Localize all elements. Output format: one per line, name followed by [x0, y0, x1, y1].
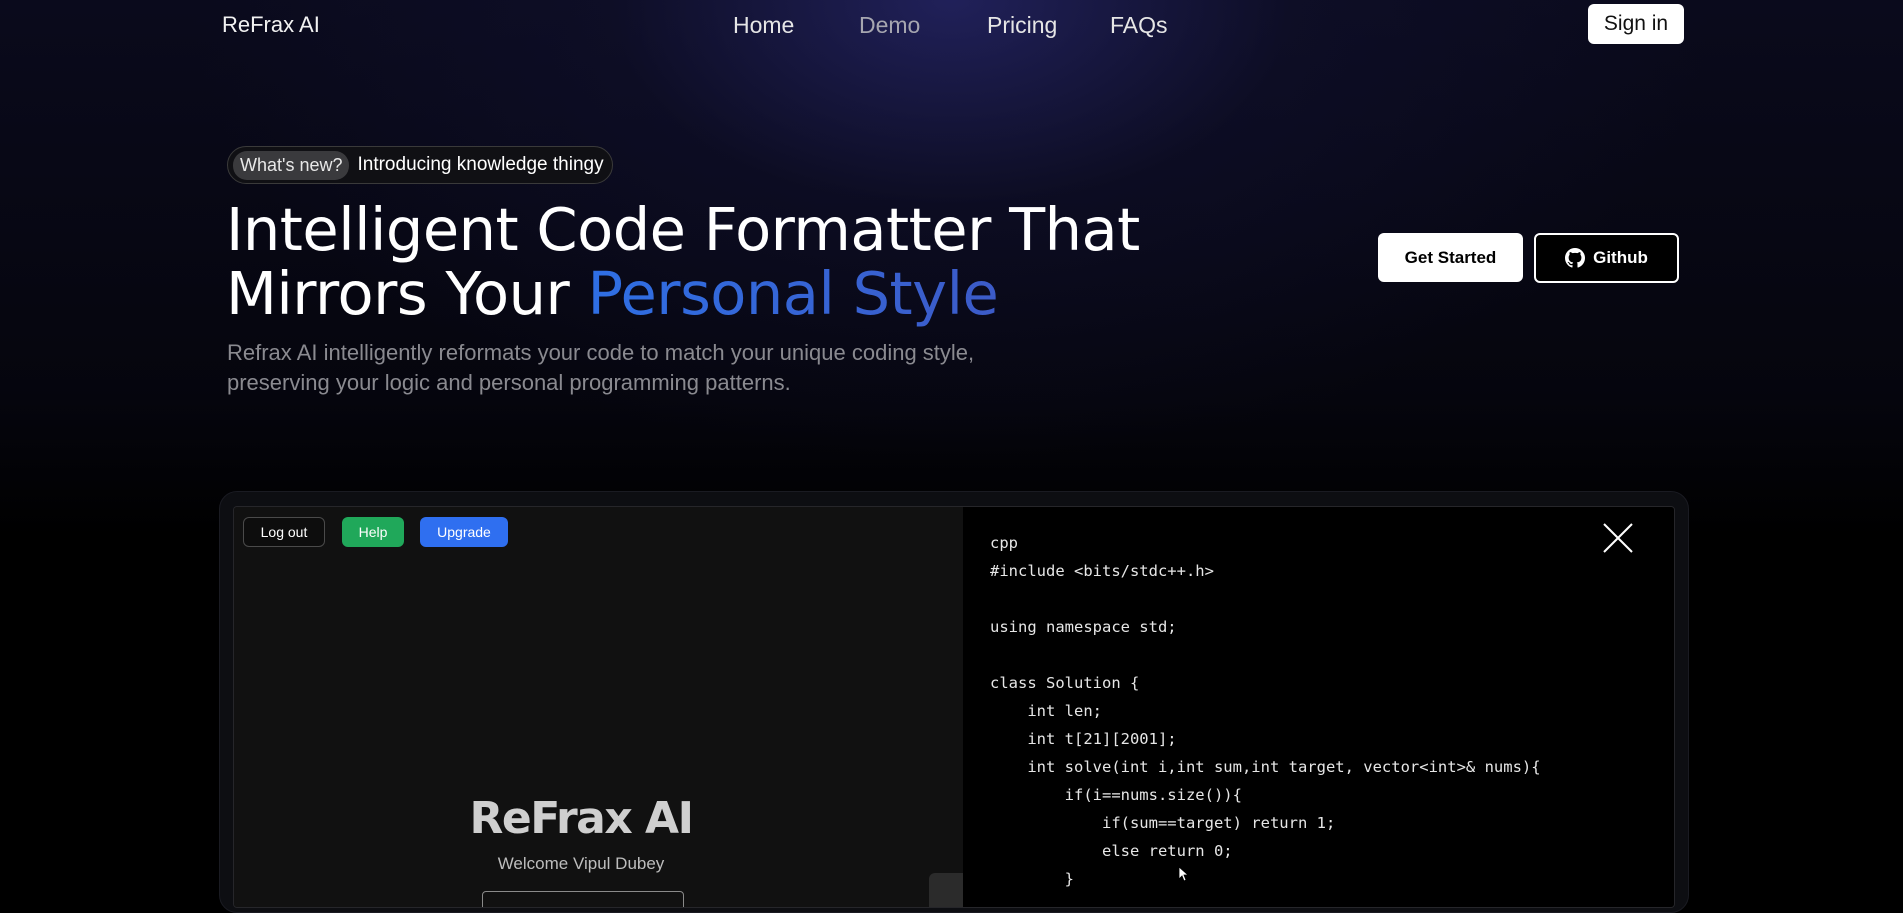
- github-icon: [1565, 248, 1586, 268]
- nav-link-home[interactable]: Home: [733, 12, 794, 39]
- top-nav: ReFrax AI Home Demo Pricing FAQs Sign in: [0, 0, 1903, 50]
- upgrade-button[interactable]: Upgrade: [420, 517, 508, 547]
- sign-in-button[interactable]: Sign in: [1588, 4, 1684, 44]
- hero-title: Intelligent Code Formatter That Mirrors …: [226, 198, 1140, 326]
- nav-link-faqs[interactable]: FAQs: [1110, 12, 1168, 39]
- demo-app-left-panel: Log out Help Upgrade ReFrax AI Welcome V…: [234, 507, 963, 907]
- mouse-cursor-icon: [1178, 866, 1188, 882]
- hero-subtitle: Refrax AI intelligently reformats your c…: [227, 338, 1107, 398]
- hero-title-accent: Personal Style: [587, 259, 999, 328]
- formatted-code-block[interactable]: cpp #include <bits/stdc++.h> using names…: [990, 529, 1541, 893]
- code-output-panel: cpp #include <bits/stdc++.h> using names…: [963, 507, 1674, 907]
- site-logo[interactable]: ReFrax AI: [222, 12, 320, 38]
- hero-subtitle-line1: Refrax AI intelligently reformats your c…: [227, 340, 975, 365]
- hero-subtitle-line2: preserving your logic and personal progr…: [227, 370, 791, 395]
- welcome-message: Welcome Vipul Dubey: [497, 854, 665, 873]
- help-button[interactable]: Help: [342, 517, 404, 547]
- hero-title-line1: Intelligent Code Formatter That: [226, 195, 1140, 264]
- demo-app-brand: ReFrax AI: [469, 793, 694, 844]
- github-label: Github: [1593, 248, 1648, 267]
- close-icon[interactable]: [1601, 521, 1635, 555]
- github-button[interactable]: Github: [1534, 233, 1679, 283]
- nav-link-pricing[interactable]: Pricing: [987, 12, 1057, 39]
- nav-link-demo[interactable]: Demo: [859, 12, 920, 39]
- badge-text: Introducing knowledge thingy: [357, 154, 604, 175]
- announcement-badge[interactable]: What's new? Introducing knowledge thingy: [227, 146, 613, 184]
- badge-pill: What's new?: [233, 150, 350, 180]
- get-started-button[interactable]: Get Started: [1378, 233, 1523, 282]
- panel-scroll-handle[interactable]: [929, 873, 963, 907]
- hero-title-line2: Mirrors Your: [226, 259, 588, 328]
- logout-button[interactable]: Log out: [243, 517, 325, 547]
- demo-app-window: Log out Help Upgrade ReFrax AI Welcome V…: [233, 506, 1675, 908]
